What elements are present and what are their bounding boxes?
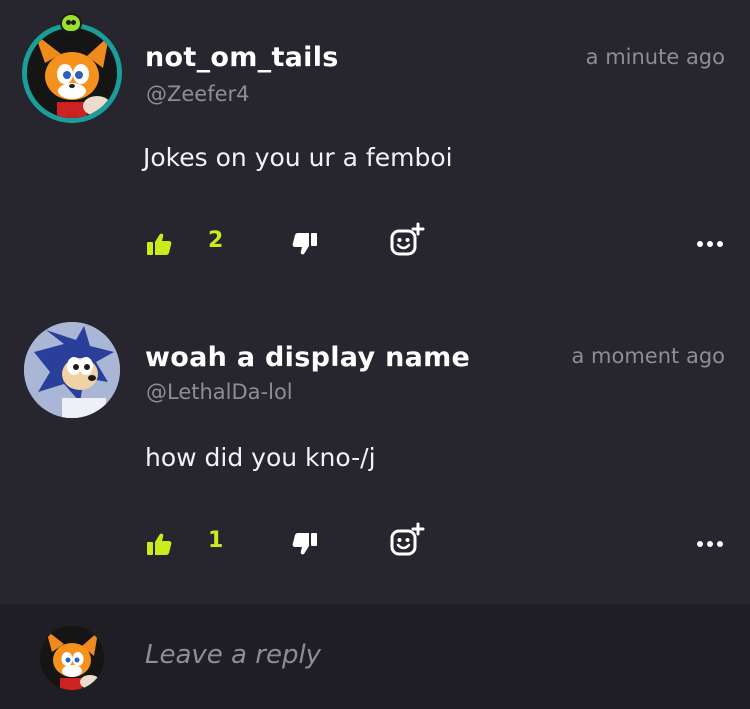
display-name[interactable]: woah a display name [145, 342, 470, 373]
dislike-button[interactable] [290, 526, 318, 562]
comment-actions: 2 [0, 222, 750, 262]
more-options-button[interactable] [696, 526, 724, 562]
more-options-button[interactable] [696, 226, 724, 262]
add-reaction-button[interactable] [389, 222, 425, 258]
comment-text: Jokes on you ur a femboi [143, 143, 453, 172]
avatar-image [24, 322, 120, 418]
reply-bar [0, 604, 750, 709]
more-options-icon [697, 541, 723, 547]
comment-actions: 1 [0, 522, 750, 562]
reply-input[interactable]: Leave a reply [145, 640, 321, 670]
current-user-avatar [40, 626, 104, 690]
thumbs-up-icon [147, 233, 172, 255]
like-count: 1 [208, 528, 224, 553]
add-reaction-button[interactable] [389, 522, 425, 558]
add-reaction-icon [390, 222, 425, 256]
avatar-image [40, 626, 104, 690]
more-options-icon [697, 241, 723, 247]
timestamp: a moment ago [571, 344, 726, 368]
frog-badge-icon [60, 13, 82, 33]
like-button[interactable] [146, 526, 172, 562]
thumbs-up-icon [147, 533, 172, 555]
timestamp: a minute ago [585, 45, 725, 69]
like-count: 2 [208, 228, 224, 253]
comment-2: woah a display name @LethalDa-lol a mome… [0, 300, 750, 604]
comment-text: how did you kno-/j [145, 443, 376, 472]
dislike-button[interactable] [290, 226, 318, 262]
avatar[interactable] [24, 322, 120, 418]
thumbs-down-icon [292, 233, 317, 255]
user-handle[interactable]: @Zeefer4 [146, 82, 250, 106]
avatar[interactable] [22, 23, 122, 123]
comment-1: not_om_tails @Zeefer4 a minute ago Jokes… [0, 0, 750, 300]
like-button[interactable] [146, 226, 172, 262]
avatar-image [27, 28, 117, 118]
thumbs-down-icon [292, 533, 317, 555]
add-reaction-icon [390, 522, 425, 556]
display-name[interactable]: not_om_tails [145, 42, 339, 73]
user-handle[interactable]: @LethalDa-lol [146, 380, 293, 404]
